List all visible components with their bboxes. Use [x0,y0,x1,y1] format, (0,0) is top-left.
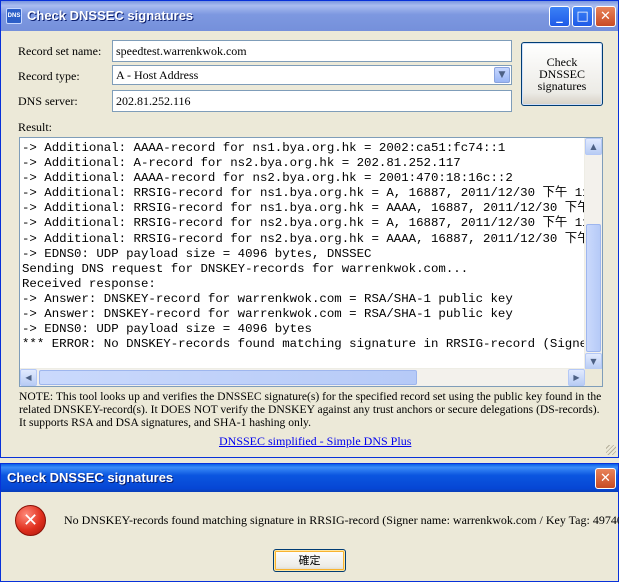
horizontal-scroll-thumb[interactable] [39,370,417,385]
error-dialog: Check DNSSEC signatures ✕ ✕ No DNSKEY-re… [0,463,619,582]
record-set-label: Record set name: [18,44,102,58]
record-type-value: A - Host Address [116,68,199,82]
record-set-input[interactable]: speedtest.warrenkwok.com [112,40,512,62]
dns-server-input[interactable]: 202.81.252.116 [112,90,512,112]
result-line: -> EDNS0: UDP payload size = 4096 bytes [22,322,312,337]
maximize-button[interactable]: □ [572,6,593,27]
check-dnssec-button[interactable]: Check DNSSEC signatures [521,42,603,106]
dns-app-icon: DNS [6,8,22,24]
scroll-left-icon[interactable]: ◀ [20,369,37,386]
close-button[interactable]: ✕ [595,6,616,27]
scroll-corner [585,369,602,386]
main-titlebar[interactable]: DNS Check DNSSEC signatures _ □ ✕ [1,1,618,31]
result-line: -> EDNS0: UDP payload size = 4096 bytes,… [22,246,372,261]
result-line: -> Additional: A-record for ns2.bya.org.… [22,156,461,171]
result-line: Sending DNS request for DNSKEY-records f… [22,261,469,276]
result-line: -> Additional: RRSIG-record for ns2.bya.… [22,231,584,246]
vertical-scroll-thumb[interactable] [586,224,601,352]
scroll-down-icon[interactable]: ▼ [585,353,602,370]
main-window: DNS Check DNSSEC signatures _ □ ✕ Record… [0,0,619,458]
scroll-up-icon[interactable]: ▲ [585,138,602,155]
dialog-title: Check DNSSEC signatures [7,470,174,485]
vertical-scrollbar[interactable]: ▲ ▼ [584,138,602,370]
horizontal-scrollbar[interactable]: ◀ ▶ [20,368,585,386]
dnssec-simplified-link[interactable]: DNSSEC simplified - Simple DNS Plus [219,434,411,449]
check-button-line-3: signatures [537,79,587,93]
ok-button[interactable]: 確定 [273,549,346,572]
record-type-select[interactable]: A - Host Address ▼ [112,65,512,85]
result-text: -> Additional: AAAA-record for ns1.bya.o… [22,141,584,367]
result-textarea[interactable]: -> Additional: AAAA-record for ns1.bya.o… [19,137,603,387]
dns-server-label: DNS server: [18,94,78,108]
result-line: -> Answer: DNSKEY-record for warrenkwok.… [22,307,513,322]
record-type-label: Record type: [18,69,80,83]
scroll-right-icon[interactable]: ▶ [568,369,585,386]
error-icon: ✕ [15,505,46,536]
dialog-titlebar[interactable]: Check DNSSEC signatures ✕ [1,464,618,492]
dialog-message: No DNSKEY-records found matching signatu… [64,513,619,527]
result-line: -> Answer: DNSKEY-record for warrenkwok.… [22,291,513,306]
result-label: Result: [18,120,53,134]
result-line: -> Additional: RRSIG-record for ns1.bya.… [22,186,584,201]
minimize-button[interactable]: _ [549,6,570,27]
dialog-close-button[interactable]: ✕ [595,468,616,489]
window-title: Check DNSSEC signatures [27,8,194,23]
chevron-down-icon[interactable]: ▼ [494,67,510,83]
result-line: -> Additional: AAAA-record for ns1.bya.o… [22,141,506,155]
result-line: *** ERROR: No DNSKEY-records found match… [22,337,584,352]
resize-grip-icon[interactable] [606,445,616,455]
result-line: Received response: [22,276,156,291]
note-text: NOTE: This tool looks up and verifies th… [19,390,602,429]
result-line: -> Additional: RRSIG-record for ns2.bya.… [22,216,584,231]
result-line: -> Additional: AAAA-record for ns2.bya.o… [22,171,513,186]
result-line: -> Additional: RRSIG-record for ns1.bya.… [22,201,584,216]
